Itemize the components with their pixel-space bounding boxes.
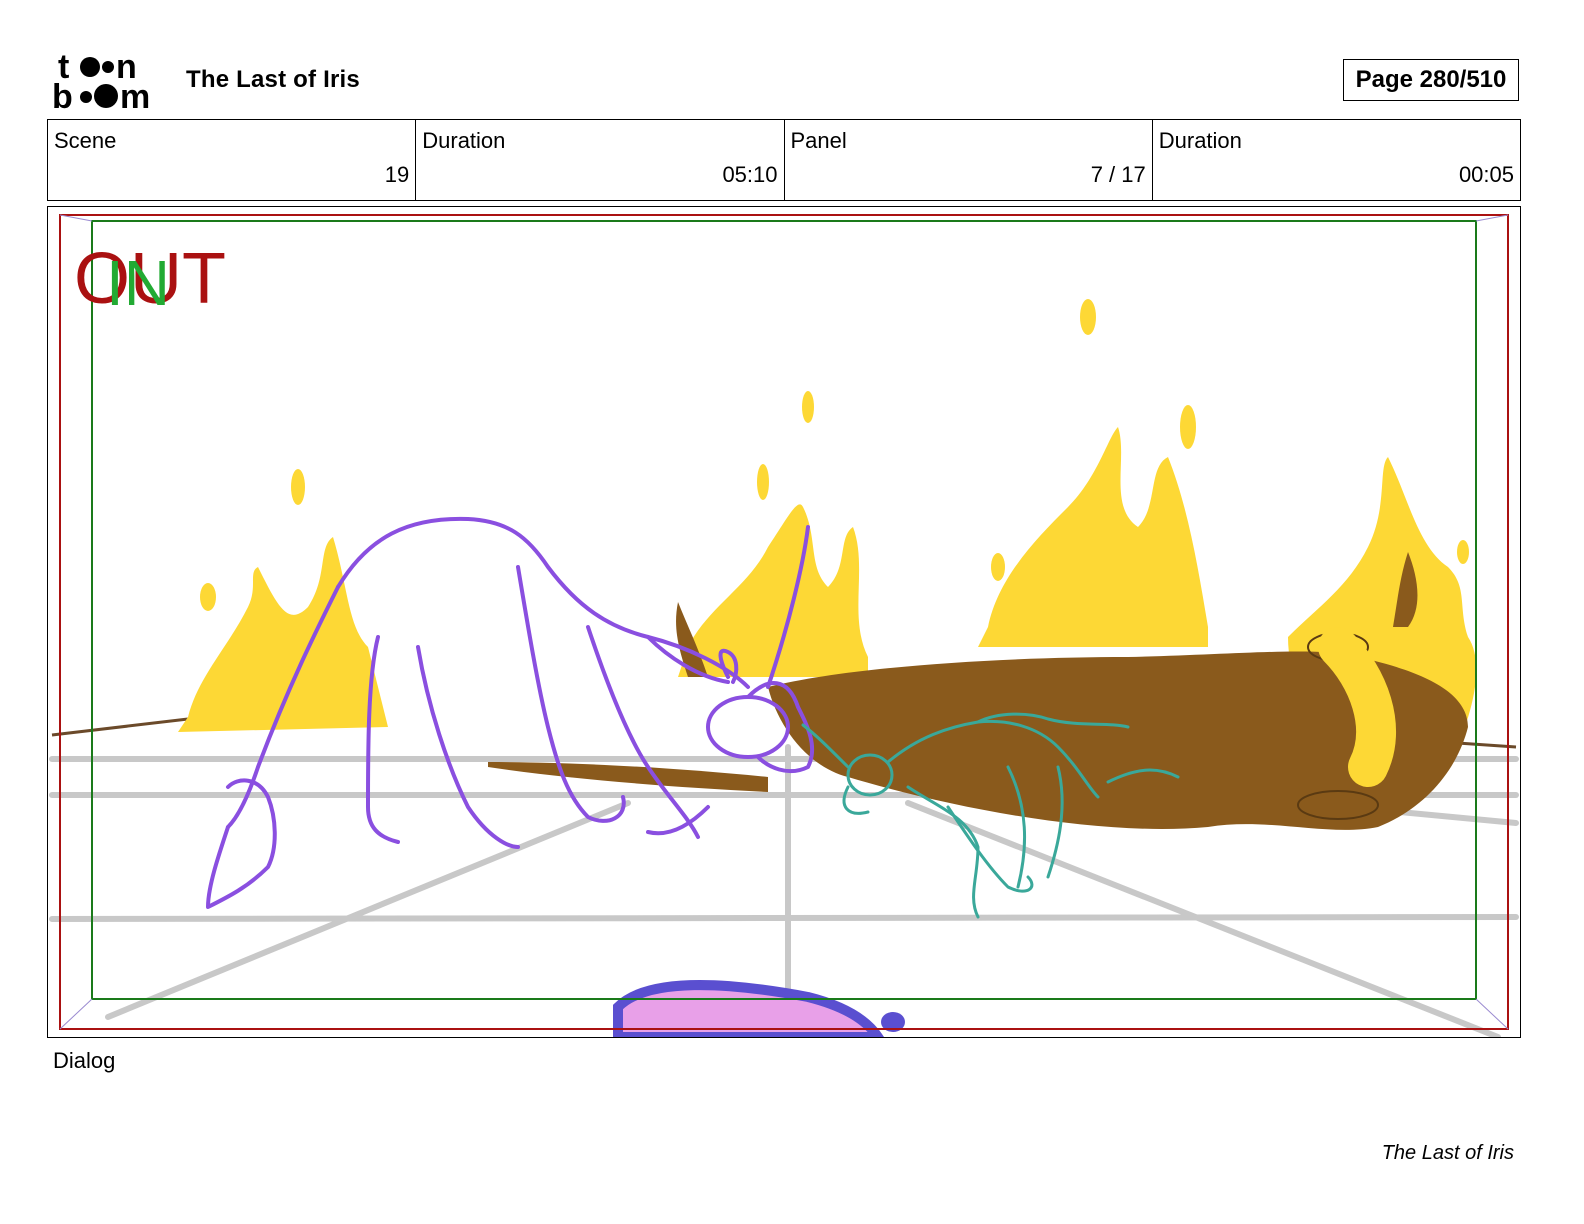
horizon-line: [51, 717, 189, 737]
scene-duration-value: 05:10: [722, 162, 778, 187]
scene-duration-label: Duration: [422, 128, 506, 153]
panel-duration-cell: Duration 00:05: [1151, 120, 1520, 200]
panel-cell: Panel 7 / 17: [783, 120, 1152, 200]
scene-label: Scene: [54, 128, 117, 153]
svg-text:m: m: [120, 78, 150, 112]
storyboard-panel: OUT IN: [47, 206, 1521, 1038]
footer-title: The Last of Iris: [1381, 1142, 1514, 1164]
svg-text:b: b: [52, 78, 73, 112]
panel-info-table: Scene 19 Duration 05:10 Panel 7 / 17 Dur…: [47, 119, 1521, 201]
scene-value: 19: [384, 162, 410, 187]
page-indicator: Page 280/510: [1343, 59, 1519, 101]
toon-boom-logo: t n b m: [52, 48, 164, 116]
in-label: IN: [106, 247, 170, 319]
panel-value: 7 / 17: [1090, 162, 1146, 187]
scene-cell: Scene 19: [48, 120, 415, 200]
panel-artwork: OUT IN: [49, 214, 1519, 1037]
panel-label: Panel: [790, 128, 847, 153]
project-title: The Last of Iris: [186, 66, 360, 93]
panel-duration-label: Duration: [1158, 128, 1242, 153]
dialog-label: Dialog: [53, 1048, 116, 1073]
scene-duration-cell: Duration 05:10: [415, 120, 783, 200]
burning-log: [488, 552, 1468, 830]
panel-duration-value: 00:05: [1458, 162, 1514, 187]
